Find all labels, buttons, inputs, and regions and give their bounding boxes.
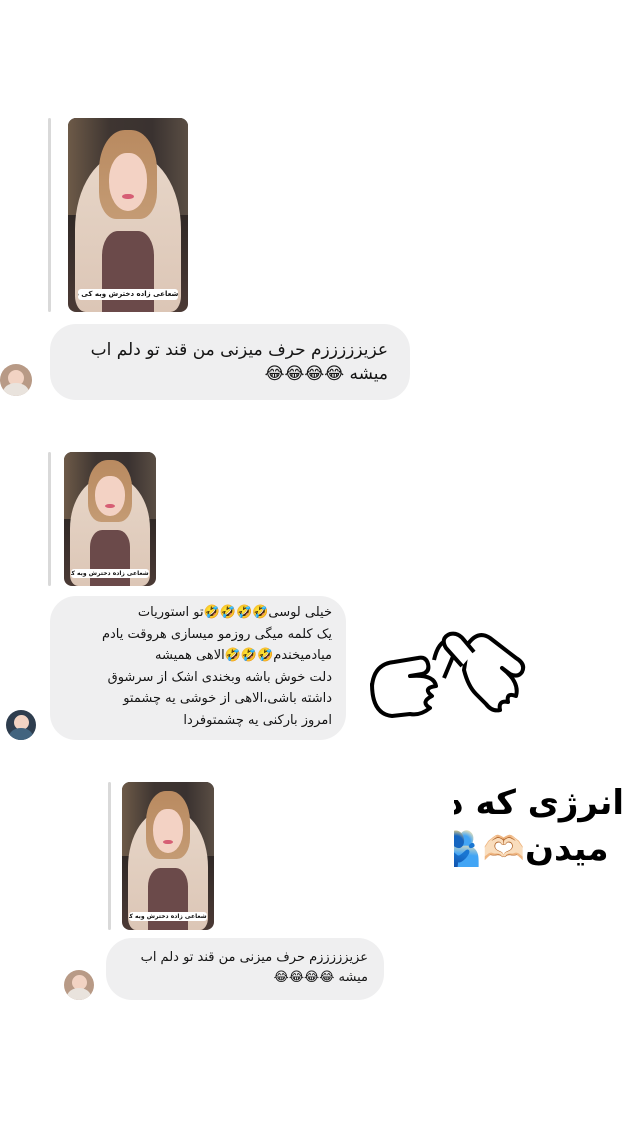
user-avatar-icon[interactable] [6,710,36,740]
reply-line: یک کلمه میگی روزمو میسازی هروقت یادم [101,626,332,642]
reply-line: میادمیخندم🤣🤣🤣الاهی همیشه [155,648,332,663]
story-thumbnail[interactable]: شعاعی زاده دخترش وبه کی داد اخر؟! [64,452,156,586]
quote-bar [48,452,51,586]
user-avatar-icon[interactable] [0,364,32,396]
reply-line: میشه 😂😂😂😂 [273,970,368,985]
quote-bar [108,782,111,930]
story-caption: شعاعی زاده دخترش وبه کی داد اخر؟! [129,912,207,922]
reply-line: دلت خوش باشه وبخندی اشک از سرشوق [107,669,332,685]
reply-line: میشه 😂😂😂😂 [264,364,388,384]
reply-line: خیلی لوسی🤣🤣🤣🤣تو استوریات [137,605,332,620]
reply-line: عزیزززززم حرف میزنی من قند تو دلم اب [140,950,368,965]
reply-bubble: عزیزززززم حرف میزنی من قند تو دلم اب میش… [106,938,384,1000]
reply-bubble: خیلی لوسی🤣🤣🤣🤣تو استوریات یک کلمه میگی رو… [50,596,346,740]
reply-line: داشته باشی،الاهی از خوشی یه چشمتو [123,691,332,706]
reply-bubble: عزیزززززم حرف میزنی من قند تو دلم اب میش… [50,324,410,400]
pointing-hands-icon [370,631,526,718]
user-avatar-icon[interactable] [64,970,94,1000]
story-caption: شعاعی زاده دخترش وبه کی داد اخر؟! [71,568,149,578]
reply-line: امروز بارکنی یه چشمتوفردا [183,712,332,728]
story-thumbnail[interactable]: شعاعی زاده دخترش وبه کی داد اخر؟! [122,782,214,930]
quote-bar [48,118,51,312]
story-thumbnail[interactable]: شعاعی زاده دخترش وبه کی داد اخر؟! [68,118,188,312]
reply-line: عزیزززززم حرف میزنی من قند تو دلم اب [90,340,388,360]
story-caption: شعاعی زاده دخترش وبه کی داد اخر؟! [77,289,179,301]
